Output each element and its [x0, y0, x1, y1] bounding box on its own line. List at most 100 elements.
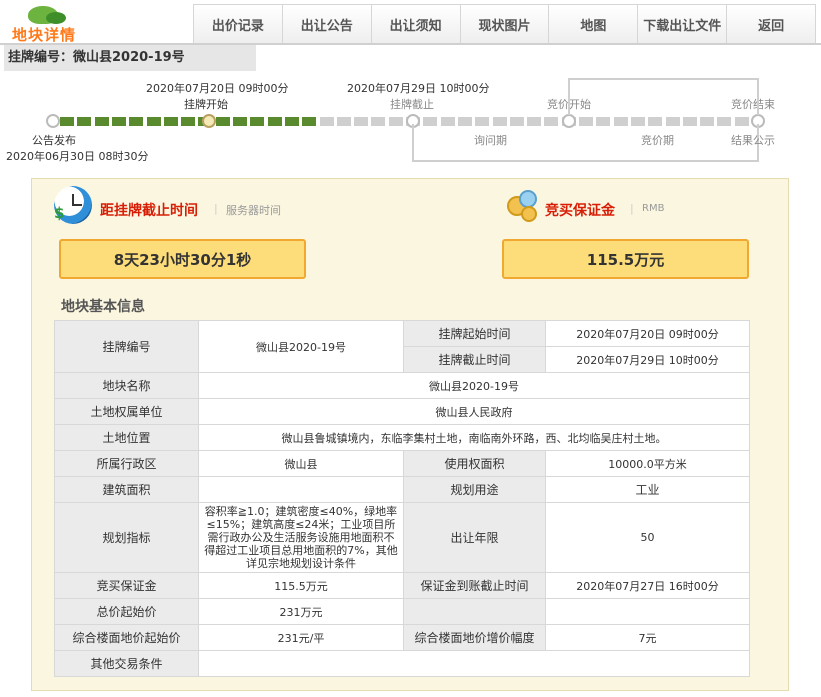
timeline-segment [94, 117, 109, 126]
deposit-separator: | [630, 202, 634, 215]
cell-label: 出让年限 [403, 502, 546, 573]
timeline-segment [388, 117, 403, 126]
timeline-segment [181, 117, 196, 126]
table-row: 其他交易条件 [54, 650, 750, 677]
cell-label: 综合楼面地价增价幅度 [403, 624, 546, 651]
timeline-end-time: 2020年07月29日 10时00分 [347, 82, 490, 95]
table-row: 土地权属单位 微山县人民政府 [54, 398, 750, 425]
deposit-value-box: 115.5万元 [502, 239, 749, 279]
timeline-segment [146, 117, 161, 126]
table-row: 地块名称 微山县2020-19号 [54, 372, 750, 399]
timeline-inquiry-period: 询问期 [474, 134, 507, 147]
cell-value: 微山县 [198, 450, 404, 477]
timeline-segment [111, 117, 126, 126]
logo-text: 地块详情 [12, 26, 77, 44]
timeline-announce-label: 公告发布 [32, 134, 76, 147]
timeline-segment [371, 117, 386, 126]
table-row: 建筑面积 规划用途 工业 [54, 476, 750, 503]
table-row: 竞买保证金 115.5万元 保证金到账截止时间 2020年07月27日 16时0… [54, 572, 750, 599]
cell-label: 总价起始价 [54, 598, 199, 625]
cell-value: 微山县鲁城镇境内，东临李集村土地，南临南外环路，西、北均临吴庄村土地。 [198, 424, 750, 451]
nav-bid-records[interactable]: 出价记录 [193, 4, 283, 44]
cell-label: 所属行政区 [54, 450, 199, 477]
cell-value: 微山县人民政府 [198, 398, 750, 425]
cell-label: 挂牌截止时间 [403, 346, 546, 373]
timeline-result-label: 结果公示 [731, 134, 775, 147]
timeline-bracket-bottom [412, 124, 759, 162]
cell-empty [545, 598, 750, 625]
cell-value: 115.5万元 [198, 572, 404, 599]
cell-empty [403, 598, 546, 625]
timeline-segment [129, 117, 144, 126]
timeline-segment [77, 117, 92, 126]
table-row: 土地位置 微山县鲁城镇境内，东临李集村土地，南临南外环路，西、北均临吴庄村土地。 [54, 424, 750, 451]
cell-value: 50 [545, 502, 750, 573]
cell-value: 容积率≧1.0；建筑密度≤40%，绿地率≤15%；建筑高度≤24米；工业项目所需… [198, 502, 404, 573]
countdown-title: 距挂牌截止时间 [100, 203, 198, 219]
timeline-bid-period: 竞价期 [641, 134, 674, 147]
cell-value: 工业 [545, 476, 750, 503]
timeline-segment [163, 117, 178, 126]
nav-transfer-rules[interactable]: 出让须知 [371, 4, 461, 44]
table-row: 所属行政区 微山县 使用权面积 10000.0平方米 [54, 450, 750, 477]
cell-label: 保证金到账截止时间 [403, 572, 546, 599]
countdown-separator: | [214, 202, 218, 215]
cell-label: 土地权属单位 [54, 398, 199, 425]
deposit-title: 竞买保证金 [545, 203, 615, 219]
cell-value: 微山县2020-19号 [198, 320, 404, 373]
table-row: 总价起始价 231万元 [54, 598, 750, 625]
cell-label: 挂牌编号 [54, 320, 199, 373]
parcel-info-table: 挂牌编号 微山县2020-19号 挂牌起始时间 2020年07月20日 09时0… [54, 320, 750, 677]
cell-value: 2020年07月20日 09时00分 [545, 320, 750, 347]
cell-value [198, 476, 404, 503]
table-row: 规划指标 容积率≧1.0；建筑密度≤40%，绿地率≤15%；建筑高度≤24米；工… [54, 502, 750, 573]
timeline-bracket-top [568, 78, 759, 115]
cell-label: 规划指标 [54, 502, 199, 573]
table-row: 综合楼面地价起始价 231元/平 综合楼面地价增价幅度 7元 [54, 624, 750, 651]
nav-transfer-notice[interactable]: 出让公告 [282, 4, 372, 44]
timeline-segment [336, 117, 351, 126]
cell-label: 其他交易条件 [54, 650, 199, 677]
cell-label: 规划用途 [403, 476, 546, 503]
cell-value: 231元/平 [198, 624, 404, 651]
listing-title: 挂牌编号：微山县2020-19号 [4, 45, 256, 71]
money-icon [503, 186, 541, 224]
cell-value: 10000.0平方米 [545, 450, 750, 477]
timeline-segment [354, 117, 369, 126]
timeline-segment [319, 117, 334, 126]
countdown-sub: 服务器时间 [226, 204, 281, 217]
nav-back[interactable]: 返回 [727, 4, 817, 44]
timeline-segment [267, 117, 282, 126]
nav-map[interactable]: 地图 [549, 4, 639, 44]
timeline-segment [60, 117, 74, 126]
timeline-segment [302, 117, 317, 126]
milestone-announce [46, 114, 60, 128]
timeline-start-label: 挂牌开始 [184, 98, 228, 111]
cell-value: 2020年07月27日 16时00分 [545, 572, 750, 599]
nav-download-files[interactable]: 下载出让文件 [638, 4, 728, 44]
cell-label: 建筑面积 [54, 476, 199, 503]
dollar-icon: $ [54, 204, 65, 222]
basic-info-title: 地块基本信息 [61, 299, 145, 315]
cell-value: 231万元 [198, 598, 404, 625]
leaf-small-icon [46, 12, 66, 24]
timeline-segment [233, 117, 247, 126]
timeline-start-time: 2020年07月20日 09时00分 [146, 82, 289, 95]
cell-label: 土地位置 [54, 424, 199, 451]
cell-value: 7元 [545, 624, 750, 651]
timeline-end-label: 挂牌截止 [390, 98, 434, 111]
table-row: 挂牌编号 微山县2020-19号 挂牌起始时间 2020年07月20日 09时0… [54, 320, 750, 373]
cell-value: 2020年07月29日 10时00分 [545, 346, 750, 373]
deposit-sub: RMB [642, 203, 665, 214]
timeline-segment [284, 117, 299, 126]
cell-value [198, 650, 750, 677]
timeline-announce-time: 2020年06月30日 08时30分 [6, 150, 149, 163]
top-nav: 出价记录 出让公告 出让须知 现状图片 地图 下载出让文件 返回 [193, 4, 817, 44]
nav-site-photos[interactable]: 现状图片 [460, 4, 550, 44]
timeline-segment [215, 117, 230, 126]
cell-label: 竞买保证金 [54, 572, 199, 599]
countdown-value-box: 8天23小时30分1秒 [59, 239, 306, 279]
cell-label: 挂牌起始时间 [403, 320, 546, 347]
site-logo: 地块详情 [6, 4, 96, 44]
milestone-start [202, 114, 216, 128]
